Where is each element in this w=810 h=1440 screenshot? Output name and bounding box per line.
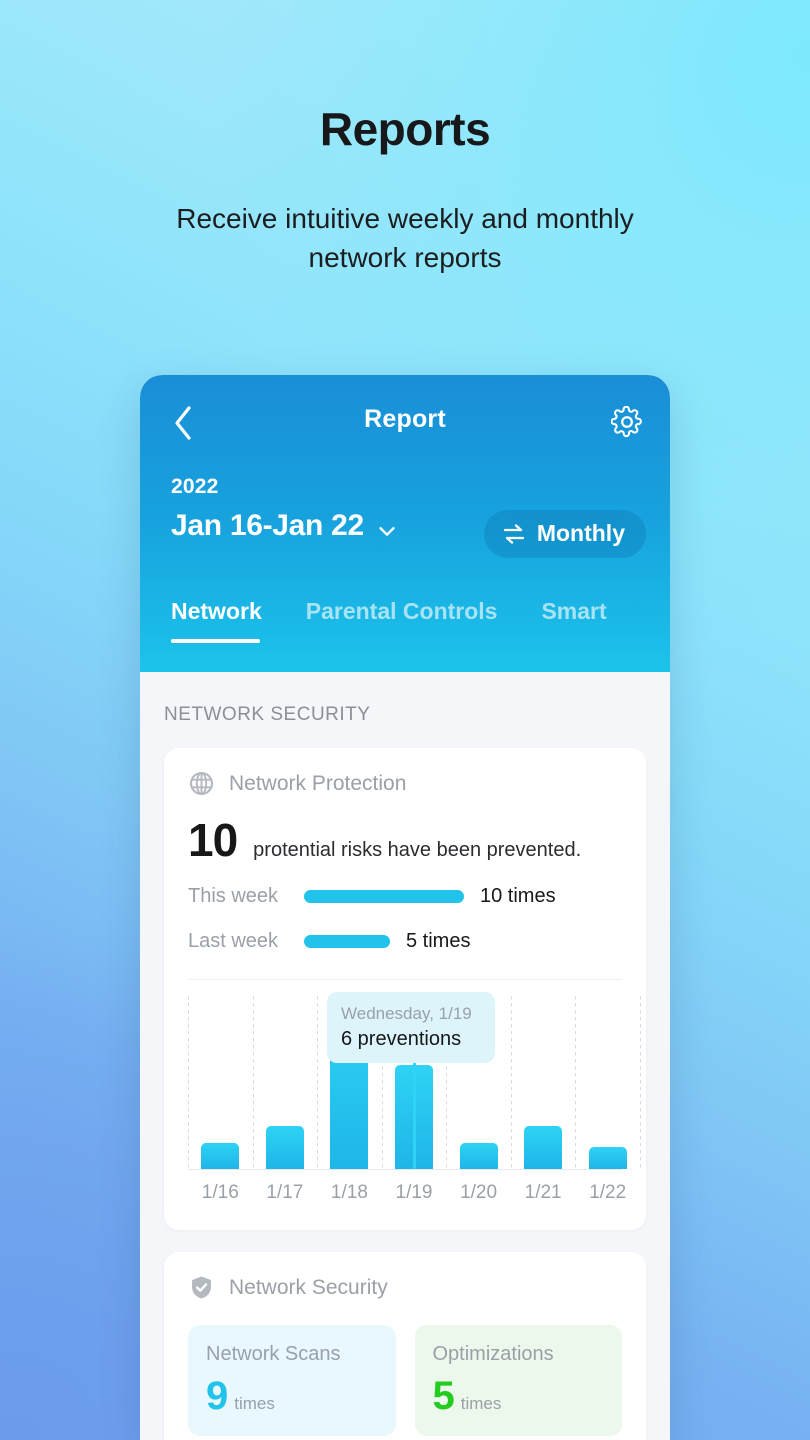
report-year: 2022 xyxy=(171,475,219,498)
page-subtitle-line-1: Receive intuitive weekly and monthly xyxy=(176,202,634,234)
page-subtitle-line-2: network reports xyxy=(308,242,502,274)
metric-last-week: Last week 5 times xyxy=(188,930,622,953)
metric-this-week-value: 10 times xyxy=(480,885,556,907)
chart-x-label-1-16: 1/16 xyxy=(201,1182,239,1203)
tab-parental-controls[interactable]: Parental Controls xyxy=(306,588,498,625)
app-header: Report 2022 Jan 16-Jan 22 Monthly Networ… xyxy=(140,375,670,672)
protection-headline-text: protential risks have been prevented. xyxy=(253,839,582,861)
section-header-network-security: NETWORK SECURITY xyxy=(164,704,371,725)
monthly-toggle-button[interactable]: Monthly xyxy=(483,510,646,558)
metric-this-week-label: This week xyxy=(188,885,279,907)
preventions-bar-chart[interactable]: 1/16 1/17 1/18 1/19 1/20 1/21 1/22 Wednesday, … xyxy=(188,992,641,1204)
tile-optimizations-unit: times xyxy=(460,1394,502,1413)
network-protection-title: Network Protection xyxy=(229,771,407,795)
swap-arrows-icon xyxy=(502,523,526,545)
chart-bar-1-20[interactable] xyxy=(459,1143,498,1169)
metric-last-week-label: Last week xyxy=(188,930,279,952)
settings-button[interactable] xyxy=(606,401,648,443)
shield-check-icon xyxy=(188,1274,215,1301)
tile-optimizations-value: 5 times xyxy=(432,1374,502,1418)
card-divider xyxy=(188,979,622,980)
metric-last-week-value: 5 times xyxy=(406,930,471,952)
tile-network-scans[interactable]: Network Scans 9 times xyxy=(188,1325,396,1436)
page-background: Reports Receive intuitive weekly and mon… xyxy=(0,0,810,1440)
nav-title: Report xyxy=(364,405,446,433)
chart-x-label-1-19: 1/19 xyxy=(395,1182,433,1203)
chart-x-label-1-21: 1/21 xyxy=(524,1182,562,1203)
chart-bar-1-17[interactable] xyxy=(265,1125,304,1169)
chart-x-label-1-18: 1/18 xyxy=(330,1182,368,1203)
metric-this-week-bar xyxy=(304,890,464,903)
chart-bar-1-16[interactable] xyxy=(201,1143,240,1169)
chart-tooltip: Wednesday, 1/19 6 preventions xyxy=(327,992,495,1064)
chart-tooltip-day: Wednesday, 1/19 xyxy=(341,1004,472,1023)
tile-network-scans-label: Network Scans xyxy=(206,1343,341,1365)
period-row: Jan 16-Jan 22 Monthly xyxy=(171,509,646,559)
tab-parental-controls-label: Parental Controls xyxy=(305,598,498,624)
metric-last-week-bar xyxy=(304,935,390,948)
chart-bar-1-21[interactable] xyxy=(524,1125,563,1169)
tab-network-label: Network xyxy=(171,598,262,624)
protection-count: 10 xyxy=(188,814,238,866)
date-range-selector[interactable]: Jan 16-Jan 22 xyxy=(171,509,396,543)
chart-x-axis-labels: 1/16 1/17 1/18 1/19 1/20 1/21 1/22 xyxy=(188,1174,626,1204)
monthly-toggle-label: Monthly xyxy=(536,520,625,546)
network-security-card[interactable]: Network Security Network Scans 9 times Op… xyxy=(164,1252,646,1440)
chart-bar-1-22[interactable] xyxy=(588,1146,627,1169)
nav-bar: Report xyxy=(140,397,670,449)
chart-gridline xyxy=(640,996,641,1170)
tab-bar: Network Parental Controls Smart xyxy=(140,588,670,672)
globe-icon xyxy=(188,770,215,797)
page-subtitle: Receive intuitive weekly and monthly net… xyxy=(95,199,715,279)
tab-smart-label: Smart xyxy=(541,598,607,624)
network-protection-card-header: Network Protection xyxy=(188,770,622,797)
tile-optimizations[interactable]: Optimizations 5 times xyxy=(414,1325,622,1436)
protection-headline: 10 protential risks have been prevented. xyxy=(188,817,622,863)
network-security-title: Network Security xyxy=(229,1275,388,1299)
chart-tooltip-value: 6 preventions xyxy=(341,1028,462,1051)
tile-network-scans-unit: times xyxy=(234,1394,275,1413)
page-title: Reports xyxy=(319,103,491,155)
hero-section: Reports Receive intuitive weekly and mon… xyxy=(0,104,810,278)
date-range-label: Jan 16-Jan 22 xyxy=(171,509,364,542)
tab-network[interactable]: Network xyxy=(171,588,262,643)
chart-x-label-1-20: 1/20 xyxy=(460,1182,498,1203)
gear-icon xyxy=(610,405,643,438)
network-security-card-header: Network Security xyxy=(188,1274,622,1301)
tile-optimizations-label: Optimizations xyxy=(432,1343,554,1365)
chart-x-label-1-17: 1/17 xyxy=(266,1182,304,1203)
chevron-down-icon xyxy=(376,516,396,536)
network-protection-card[interactable]: Network Protection 10 protential risks h… xyxy=(164,748,646,1230)
chart-axis-line xyxy=(188,1169,622,1170)
phone-mockup: Report 2022 Jan 16-Jan 22 Monthly Networ… xyxy=(140,375,670,1440)
tile-network-scans-value: 9 times xyxy=(206,1374,275,1418)
metric-this-week: This week 10 times xyxy=(188,885,622,908)
chart-x-label-1-22: 1/22 xyxy=(589,1182,627,1203)
report-content: NETWORK SECURITY Network Protection 10 p… xyxy=(140,672,670,1440)
security-tiles: Network Scans 9 times Optimizations 5 time… xyxy=(188,1325,622,1436)
tab-smart[interactable]: Smart xyxy=(541,588,606,625)
